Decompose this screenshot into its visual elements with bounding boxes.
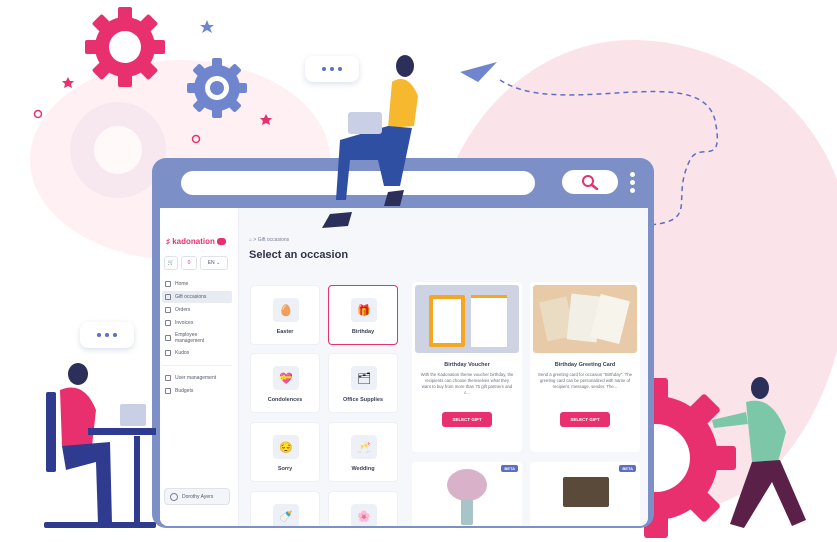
- people-illustration: [44, 55, 806, 528]
- woman-with-laptop-illustration: [322, 55, 418, 228]
- man-pushing-gear-illustration: [712, 377, 806, 528]
- man-at-desk-illustration: [44, 363, 156, 528]
